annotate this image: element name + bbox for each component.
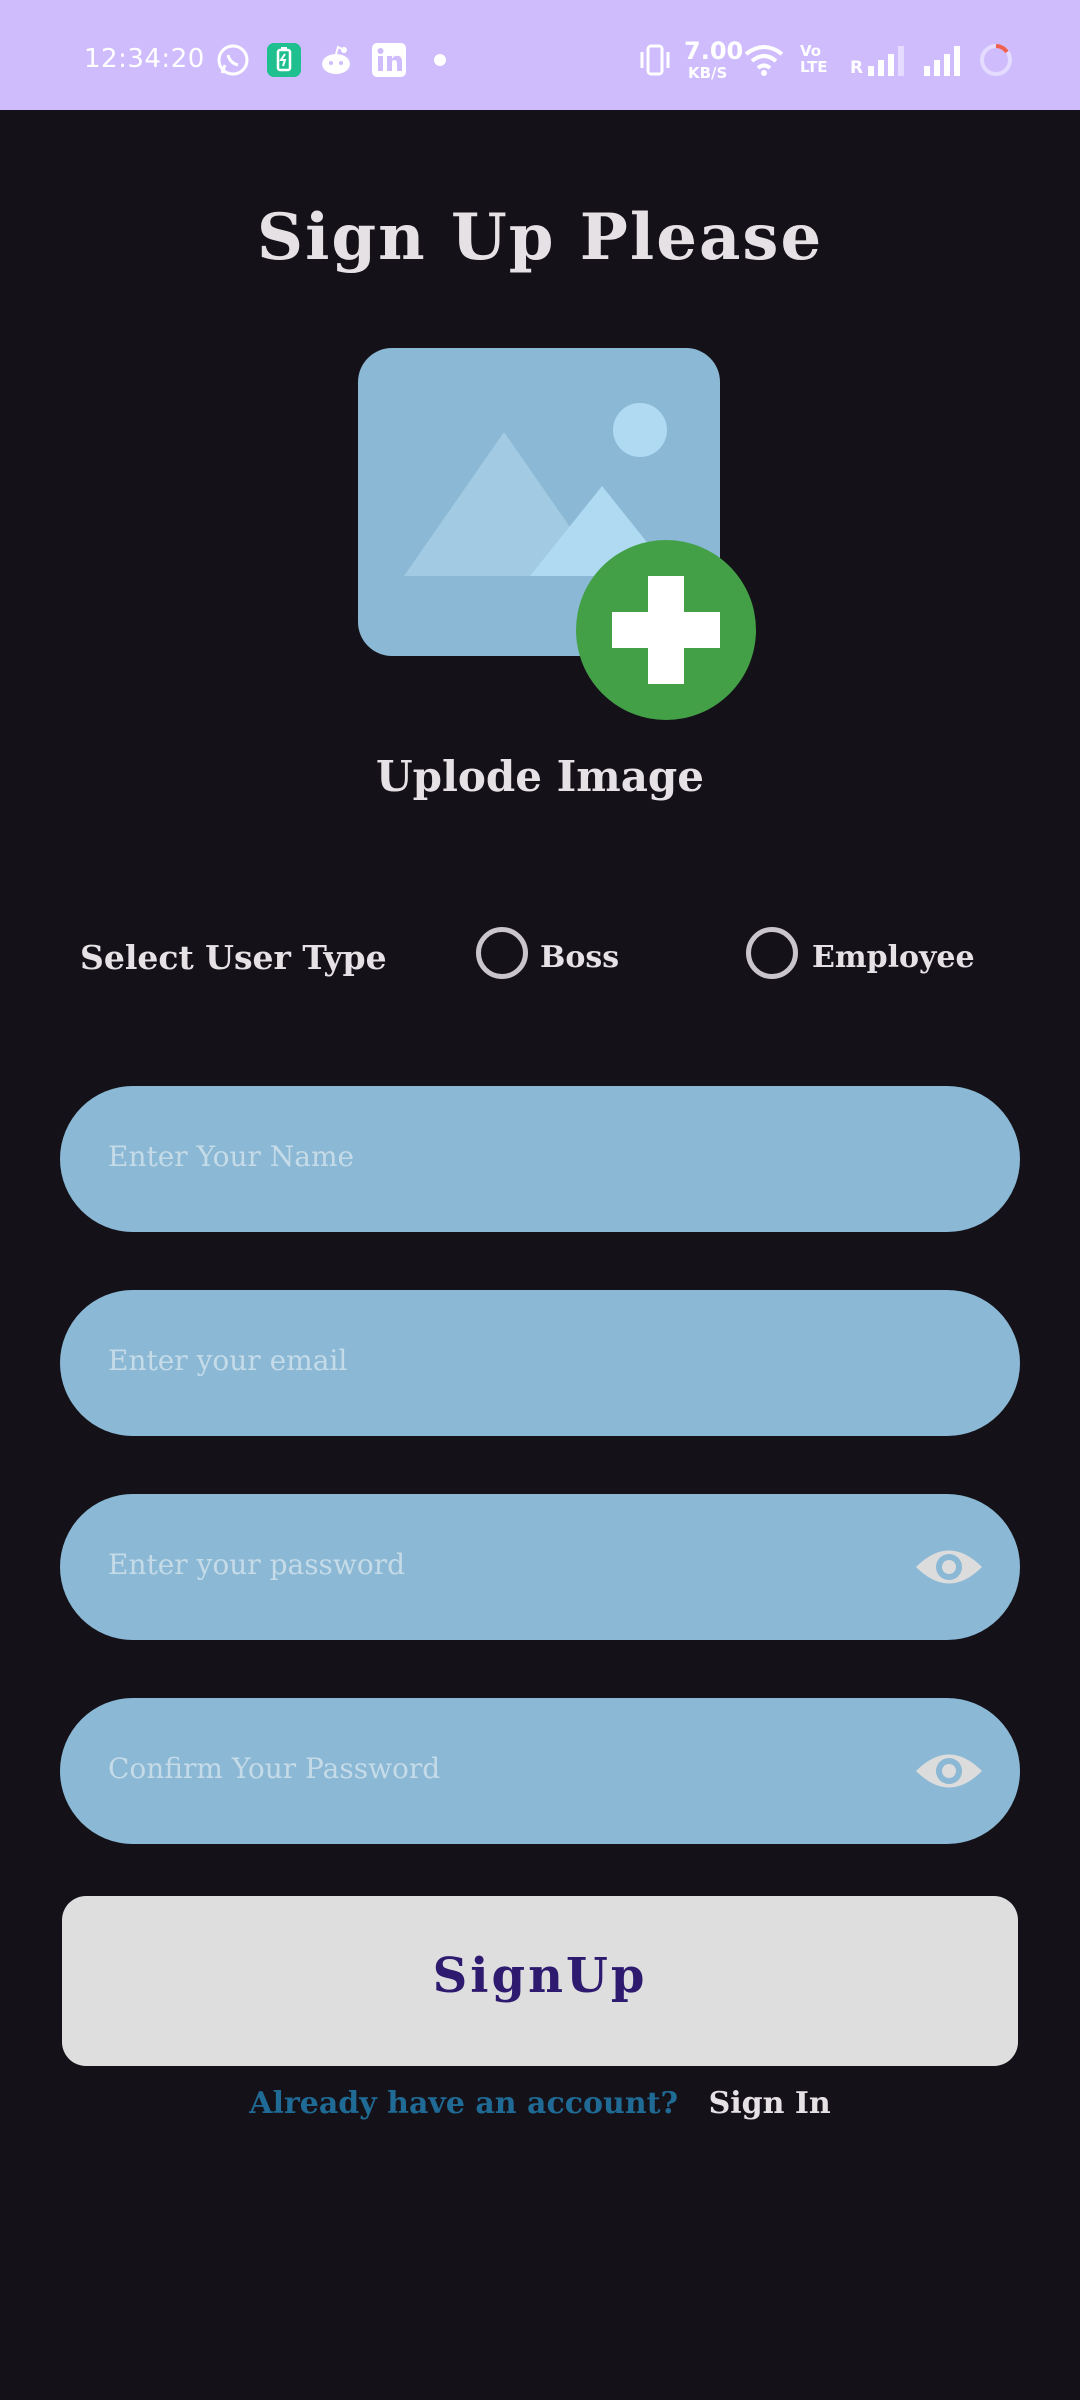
radio-boss-label[interactable]: Boss xyxy=(540,940,619,975)
confirm-password-field[interactable]: Confirm Your Password xyxy=(60,1698,1020,1844)
signup-button[interactable]: SignUp xyxy=(62,1896,1018,2066)
radio-boss[interactable] xyxy=(476,927,528,979)
more-notifications-dot-icon xyxy=(434,54,446,66)
reddit-icon xyxy=(322,45,350,74)
password-placeholder: Enter your password xyxy=(108,1548,406,1581)
radio-employee-label[interactable]: Employee xyxy=(812,940,975,975)
signin-link[interactable]: Sign In xyxy=(709,2086,831,2121)
upload-image-button[interactable] xyxy=(358,348,758,720)
signin-prompt: Already have an account? Sign In xyxy=(0,2086,1080,2121)
status-bar: 12:34:20 7.00 KB/S Vo LTE R xyxy=(0,0,1080,110)
add-plus-icon xyxy=(576,540,756,720)
wifi-icon xyxy=(744,45,784,76)
email-field[interactable]: Enter your email xyxy=(60,1290,1020,1436)
page-title: Sign Up Please xyxy=(256,200,824,275)
whatsapp-icon xyxy=(217,44,249,76)
network-speed-value: 7.00 xyxy=(684,37,744,65)
email-placeholder: Enter your email xyxy=(108,1344,348,1377)
battery-saver-icon xyxy=(267,43,301,77)
vibrate-icon xyxy=(640,44,670,76)
signal-sim2-icon xyxy=(924,46,960,76)
confirm-password-placeholder: Confirm Your Password xyxy=(108,1752,441,1785)
name-field[interactable]: Enter Your Name xyxy=(60,1086,1020,1232)
confirm-password-visibility-eye-icon[interactable] xyxy=(914,1744,984,1798)
linkedin-icon xyxy=(372,43,406,77)
name-placeholder: Enter Your Name xyxy=(108,1140,355,1173)
volte-label-bottom: LTE xyxy=(800,58,828,76)
user-type-label: Select User Type xyxy=(80,938,387,977)
battery-ring-icon xyxy=(980,44,1012,76)
signal-sim1-icon xyxy=(868,46,904,76)
already-have-account-text: Already have an account? xyxy=(249,2086,679,2121)
roaming-indicator: R xyxy=(850,58,864,78)
upload-image-caption: Uplode Image xyxy=(375,752,705,801)
status-time: 12:34:20 xyxy=(84,44,205,74)
password-field[interactable]: Enter your password xyxy=(60,1494,1020,1640)
password-visibility-eye-icon[interactable] xyxy=(914,1540,984,1594)
signup-button-label: SignUp xyxy=(432,1948,648,2004)
network-speed-unit: KB/S xyxy=(688,64,728,82)
radio-employee[interactable] xyxy=(746,927,798,979)
